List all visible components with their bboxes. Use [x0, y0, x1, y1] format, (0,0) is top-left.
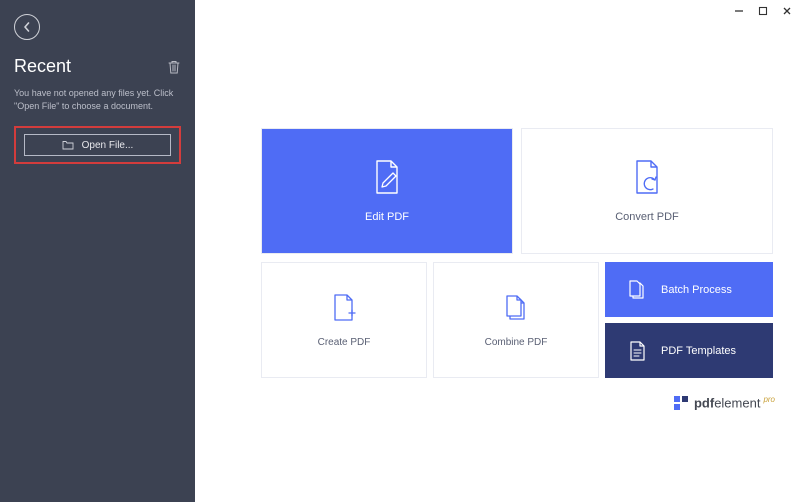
- create-pdf-tile[interactable]: Create PDF: [261, 262, 427, 378]
- edit-pdf-label: Edit PDF: [365, 211, 409, 223]
- main-area: Edit PDF Convert PDF Create PDF Combine …: [195, 0, 800, 502]
- minimize-button[interactable]: [732, 4, 746, 18]
- convert-pdf-label: Convert PDF: [615, 211, 679, 223]
- close-button[interactable]: [780, 4, 794, 18]
- combine-pdf-icon: [501, 293, 531, 323]
- combine-pdf-label: Combine PDF: [485, 337, 548, 348]
- brand-mark-icon: [674, 396, 688, 410]
- edit-pdf-tile[interactable]: Edit PDF: [261, 128, 513, 254]
- chevron-left-icon: [22, 22, 32, 32]
- trash-icon[interactable]: [167, 59, 181, 75]
- pdf-templates-icon: [627, 340, 647, 362]
- edit-pdf-icon: [371, 159, 403, 195]
- folder-icon: [62, 140, 74, 150]
- recent-empty-message: You have not opened any files yet. Click…: [14, 87, 181, 112]
- window-controls: [732, 4, 794, 18]
- brand-name: pdfelementpro: [694, 395, 775, 410]
- maximize-button[interactable]: [756, 4, 770, 18]
- brand-logo: pdfelementpro: [674, 395, 775, 410]
- batch-process-icon: [627, 279, 647, 301]
- batch-process-label: Batch Process: [661, 284, 732, 296]
- combine-pdf-tile[interactable]: Combine PDF: [433, 262, 599, 378]
- recent-title: Recent: [14, 56, 71, 77]
- pdf-templates-label: PDF Templates: [661, 345, 736, 357]
- convert-pdf-tile[interactable]: Convert PDF: [521, 128, 773, 254]
- open-file-highlight: Open File...: [14, 126, 181, 164]
- convert-pdf-icon: [631, 159, 663, 195]
- create-pdf-icon: [331, 293, 357, 323]
- open-file-label: Open File...: [82, 140, 134, 151]
- open-file-button[interactable]: Open File...: [24, 134, 171, 156]
- home-tiles: Edit PDF Convert PDF Create PDF Combine …: [261, 128, 773, 378]
- sidebar: Recent You have not opened any files yet…: [0, 0, 195, 502]
- create-pdf-label: Create PDF: [318, 337, 371, 348]
- batch-process-tile[interactable]: Batch Process: [605, 262, 773, 317]
- pdf-templates-tile[interactable]: PDF Templates: [605, 323, 773, 378]
- back-button[interactable]: [14, 14, 40, 40]
